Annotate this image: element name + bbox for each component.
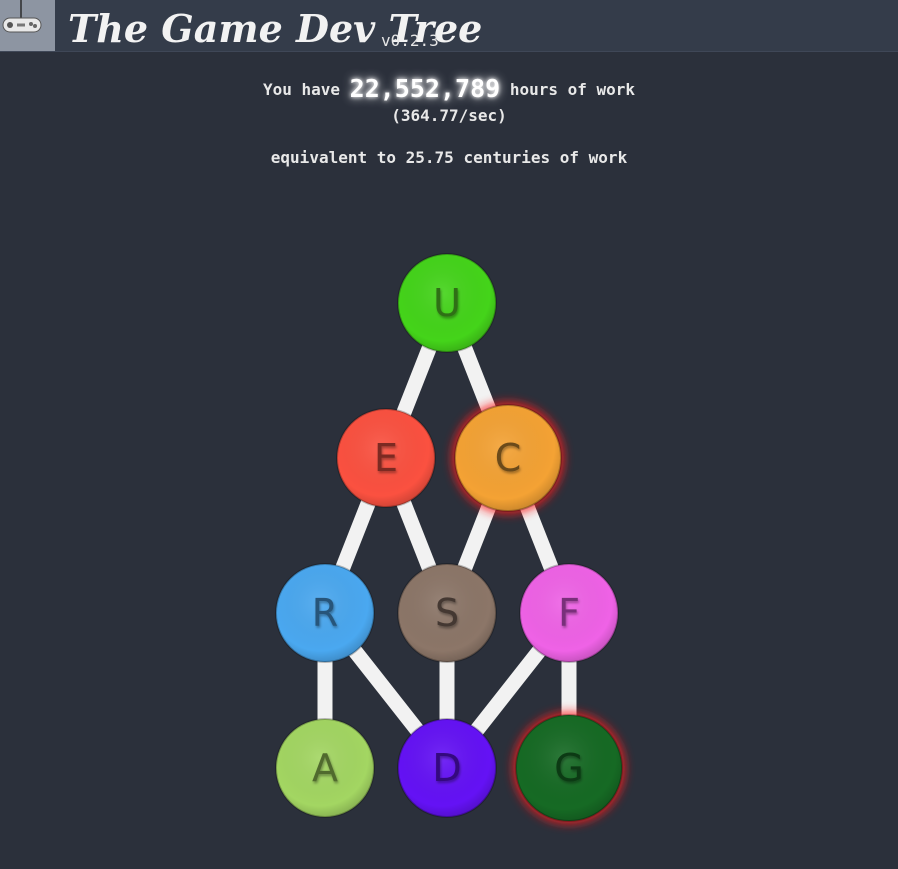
node-g[interactable]: GG xyxy=(513,712,625,824)
node-label: C xyxy=(495,436,522,480)
node-c[interactable]: CC xyxy=(452,402,564,514)
node-d[interactable]: DD xyxy=(397,718,497,818)
node-label: R xyxy=(312,591,338,635)
node-label: S xyxy=(435,591,459,635)
node-label: D xyxy=(432,746,461,790)
node-u[interactable]: UU xyxy=(397,253,497,353)
node-a[interactable]: AA xyxy=(275,718,375,818)
node-s[interactable]: SS xyxy=(397,563,497,663)
node-label: F xyxy=(558,591,580,635)
node-r[interactable]: RR xyxy=(275,563,375,663)
node-label: A xyxy=(312,746,338,790)
node-label: E xyxy=(374,436,398,480)
upgrade-tree: UU EE CC RR SS FF AA DD GG xyxy=(275,253,625,824)
node-label: G xyxy=(554,746,583,790)
node-label: U xyxy=(433,281,461,325)
node-f[interactable]: FF xyxy=(519,563,619,663)
node-e[interactable]: EE xyxy=(336,408,436,508)
